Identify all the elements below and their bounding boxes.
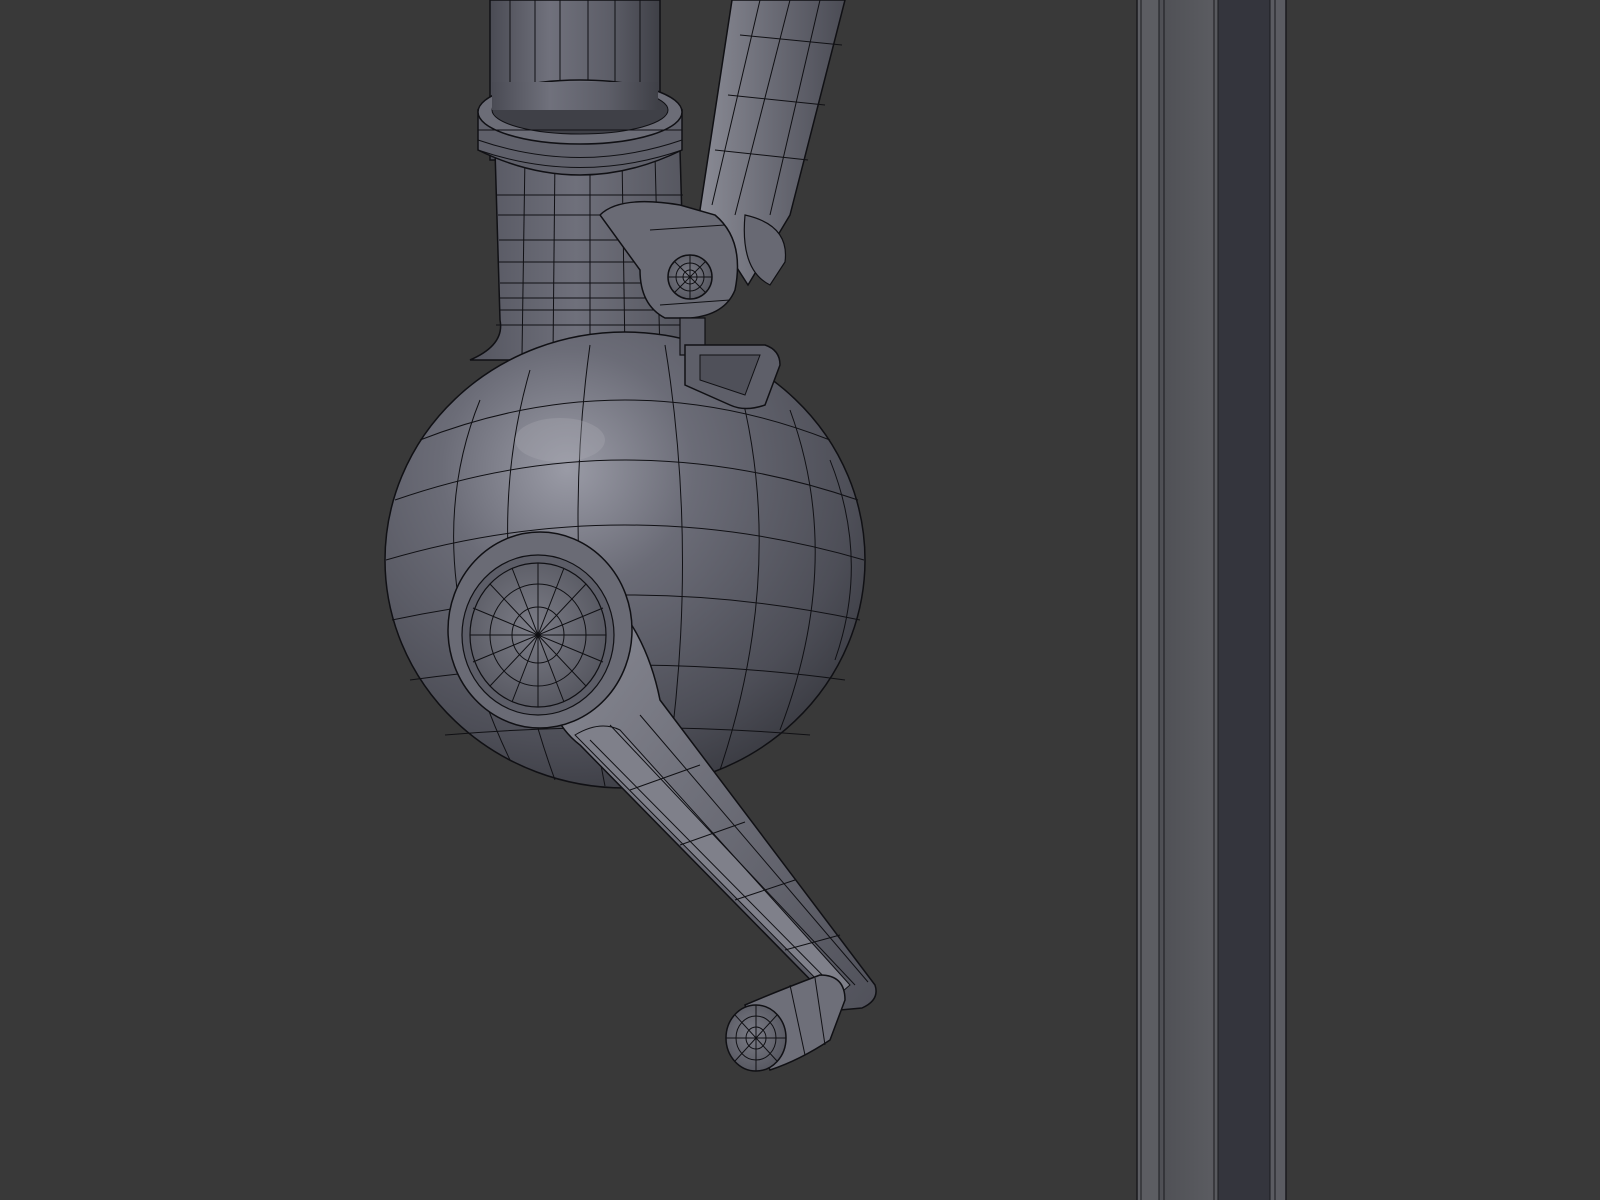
hinge-pin[interactable] [667,254,713,300]
pipe-collar[interactable] [477,79,683,176]
wall-post[interactable] [1136,0,1287,1200]
crank-handle[interactable] [725,974,846,1072]
pipe-inside-collar [492,82,658,110]
crank-hub[interactable] [447,531,633,729]
post-left-bevel [1137,0,1159,1200]
post-right-bevel [1270,0,1286,1200]
post-inner-channel [1218,0,1270,1200]
scene-render[interactable] [0,0,1600,1200]
sphere-highlight [515,418,605,462]
arm-wire [639,714,869,983]
3d-viewport[interactable] [0,0,1600,1200]
